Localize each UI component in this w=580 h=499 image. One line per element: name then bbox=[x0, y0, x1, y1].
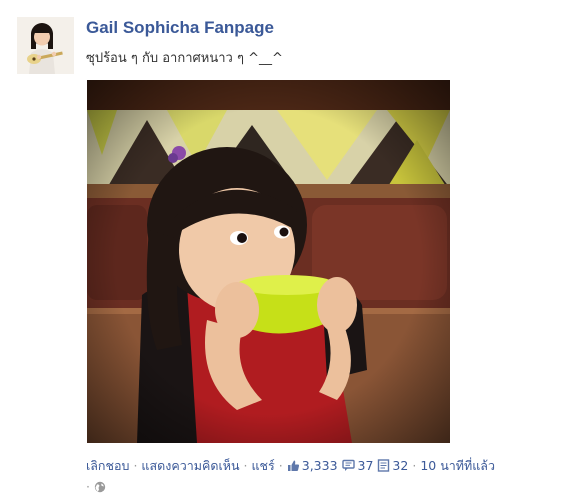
shares-count[interactable]: 32 bbox=[377, 458, 408, 473]
separator: · bbox=[243, 458, 248, 473]
comments-count-value: 37 bbox=[357, 458, 374, 473]
page-name-link[interactable]: Gail Sophicha Fanpage bbox=[86, 18, 274, 38]
timestamp-link[interactable]: 10 นาทีที่แล้ว bbox=[420, 458, 495, 473]
post-photo[interactable] bbox=[87, 80, 450, 443]
share-link[interactable]: แชร์ bbox=[252, 458, 275, 473]
share-document-icon bbox=[378, 459, 390, 472]
post-text: ซุปร้อน ๆ กับ อากาศหนาว ๆ ^__^ bbox=[86, 51, 283, 66]
separator: · bbox=[278, 458, 283, 473]
comment-link[interactable]: แสดงความคิดเห็น bbox=[141, 458, 239, 473]
comments-count[interactable]: 37 bbox=[341, 458, 374, 473]
avatar[interactable] bbox=[17, 17, 74, 74]
facebook-post: Gail Sophicha Fanpage ซุปร้อน ๆ กับ อากา… bbox=[0, 0, 580, 499]
separator: · bbox=[412, 458, 417, 473]
unlike-link[interactable]: เลิกชอบ bbox=[86, 458, 129, 473]
shares-count-value: 32 bbox=[392, 458, 409, 473]
post-actions: เลิกชอบ · แสดงความคิดเห็น · แชร์ · 3,333 37 32… bbox=[86, 455, 566, 499]
profile-photo-icon bbox=[17, 17, 74, 74]
separator: · bbox=[86, 479, 90, 494]
comment-bubble-icon bbox=[341, 459, 355, 471]
separator: · bbox=[133, 458, 138, 473]
public-globe-icon[interactable] bbox=[94, 478, 106, 499]
girl-drinking-soup-photo-icon bbox=[87, 80, 450, 443]
likes-count-value: 3,333 bbox=[301, 458, 338, 473]
likes-count[interactable]: 3,333 bbox=[287, 458, 338, 473]
thumbs-up-icon bbox=[287, 460, 299, 471]
